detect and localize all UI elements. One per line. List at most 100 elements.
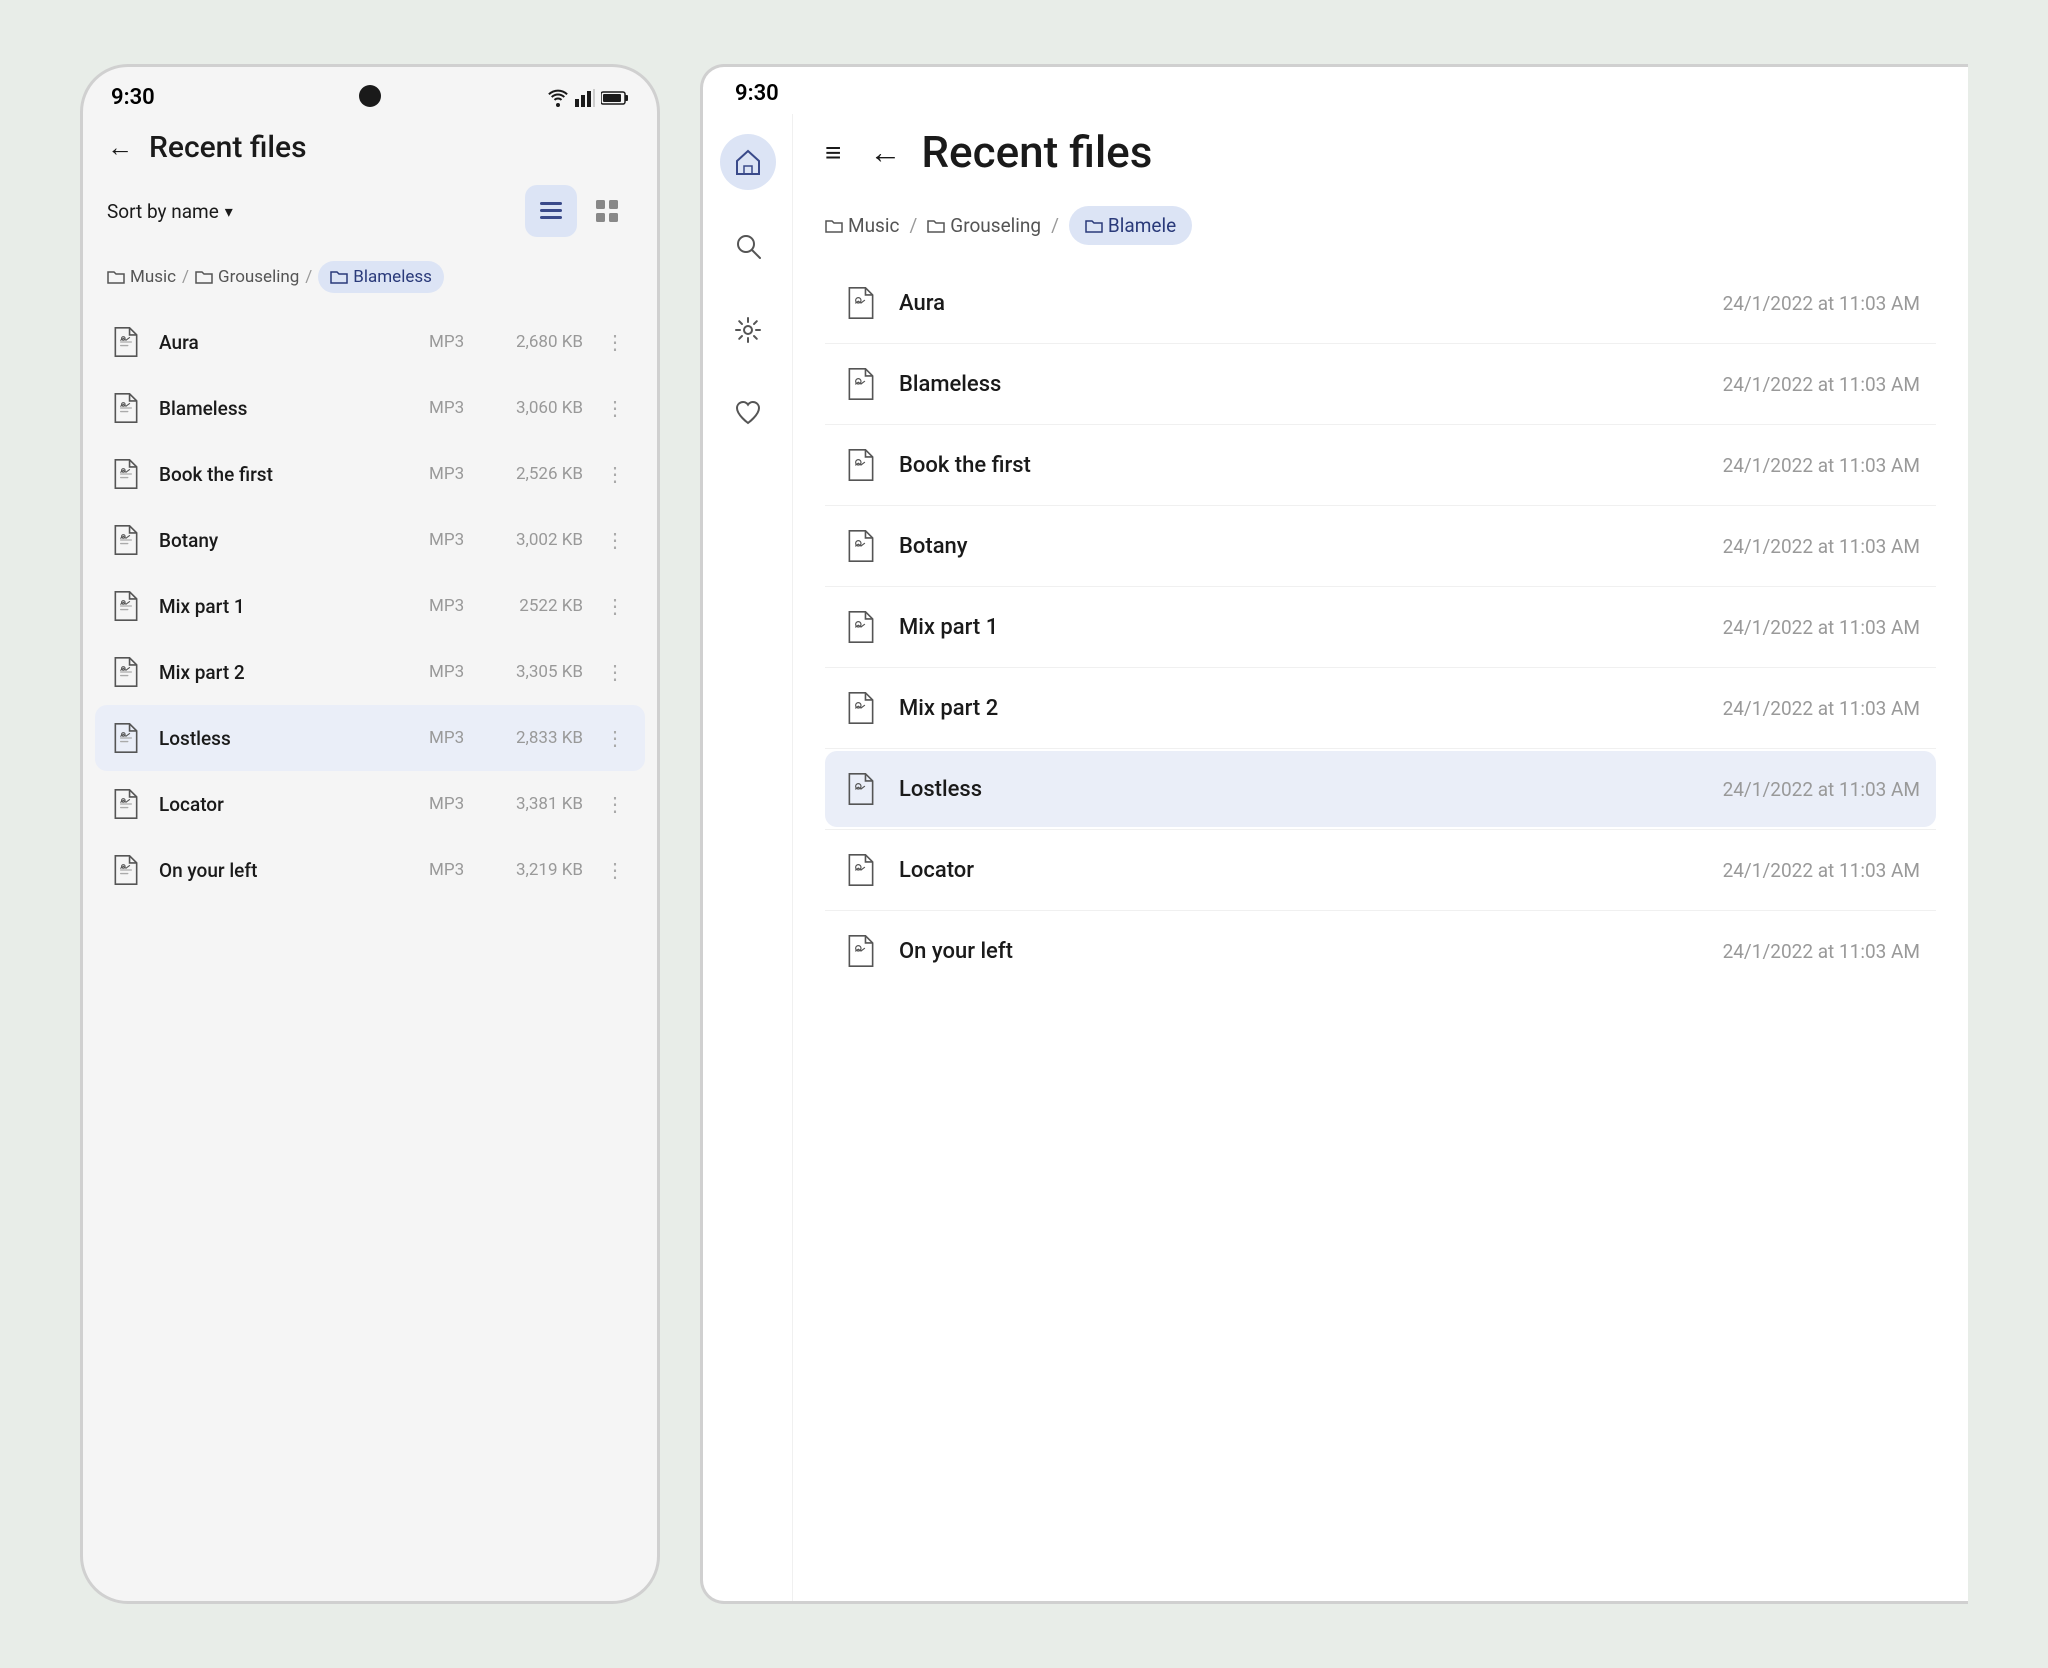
battery-icon <box>601 90 629 106</box>
file-icon-1 <box>107 389 145 427</box>
search-icon <box>735 233 761 259</box>
tablet-file-date-3: 24/1/2022 at 11:03 AM <box>1723 535 1920 558</box>
breadcrumb-blameless[interactable]: Blameless <box>318 261 444 293</box>
back-button[interactable]: ← <box>107 132 133 163</box>
file-more-6[interactable]: ⋮ <box>597 722 633 754</box>
phone-content: ← Recent files Sort by name ▾ <box>83 118 657 1601</box>
tablet-file-row-1[interactable]: Blameless 24/1/2022 at 11:03 AM <box>825 346 1936 422</box>
chevron-down-icon: ▾ <box>225 202 233 221</box>
sidebar-search[interactable] <box>720 218 776 274</box>
file-name-2: Book the first <box>159 463 415 486</box>
phone-file-row-1[interactable]: Blameless MP3 3,060 KB ⋮ <box>95 375 645 441</box>
phone-file-row-5[interactable]: Mix part 2 MP3 3,305 KB ⋮ <box>95 639 645 705</box>
phone-file-row-7[interactable]: Locator MP3 3,381 KB ⋮ <box>95 771 645 837</box>
tablet-file-name-2: Book the first <box>899 453 1705 478</box>
phone-file-row-6[interactable]: Lostless MP3 2,833 KB ⋮ <box>95 705 645 771</box>
file-size-1: 3,060 KB <box>493 398 583 418</box>
tablet-back-button[interactable]: ← <box>869 133 901 171</box>
tablet-file-row-8[interactable]: On your left 24/1/2022 at 11:03 AM <box>825 913 1936 989</box>
tablet-file-row-4[interactable]: Mix part 1 24/1/2022 at 11:03 AM <box>825 589 1936 665</box>
phone-header: ← Recent files <box>83 118 657 181</box>
phone-file-list: Aura MP3 2,680 KB ⋮ Blameless MP3 3,060 … <box>83 309 657 1601</box>
breadcrumb-music-label: Music <box>130 267 176 287</box>
phone-breadcrumb: Music / Grouseling / Blameless <box>83 253 657 309</box>
tablet-breadcrumb-sep-1: / <box>909 214 917 237</box>
tablet-file-icon-2 <box>841 445 881 485</box>
file-more-3[interactable]: ⋮ <box>597 524 633 556</box>
tablet-breadcrumb-blamele[interactable]: Blamele <box>1069 206 1192 245</box>
file-name-0: Aura <box>159 331 415 354</box>
hamburger-menu[interactable]: ≡ <box>825 136 841 169</box>
file-icon-6 <box>107 719 145 757</box>
file-more-8[interactable]: ⋮ <box>597 854 633 886</box>
file-name-3: Botany <box>159 529 415 552</box>
file-icon-5 <box>107 653 145 691</box>
divider-4 <box>825 667 1936 668</box>
breadcrumb-grouseling[interactable]: Grouseling <box>195 267 299 287</box>
tablet-file-name-6: Lostless <box>899 777 1705 802</box>
list-view-button[interactable] <box>525 185 577 237</box>
tablet-breadcrumb-grouseling[interactable]: Grouseling <box>927 214 1041 237</box>
file-size-7: 3,381 KB <box>493 794 583 814</box>
tablet-file-row-5[interactable]: Mix part 2 24/1/2022 at 11:03 AM <box>825 670 1936 746</box>
file-icon-0 <box>107 323 145 361</box>
file-icon-4 <box>107 587 145 625</box>
tablet-breadcrumb-music[interactable]: Music <box>825 214 899 237</box>
breadcrumb-sep-2: / <box>305 267 312 287</box>
phone-file-row-3[interactable]: Botany MP3 3,002 KB ⋮ <box>95 507 645 573</box>
divider-7 <box>825 910 1936 911</box>
tablet-file-icon-0 <box>841 283 881 323</box>
tablet-file-name-0: Aura <box>899 291 1705 316</box>
home-icon <box>734 148 762 176</box>
phone-file-row-0[interactable]: Aura MP3 2,680 KB ⋮ <box>95 309 645 375</box>
tablet-breadcrumb-blamele-label: Blamele <box>1108 214 1176 237</box>
sort-by-button[interactable]: Sort by name ▾ <box>107 200 233 223</box>
phone-status-bar: 9:30 <box>83 67 657 118</box>
file-type-7: MP3 <box>429 794 479 814</box>
sidebar-settings[interactable] <box>720 302 776 358</box>
tablet-file-date-5: 24/1/2022 at 11:03 AM <box>1723 697 1920 720</box>
file-name-5: Mix part 2 <box>159 661 415 684</box>
file-more-5[interactable]: ⋮ <box>597 656 633 688</box>
tablet-breadcrumb-music-label: Music <box>848 214 899 237</box>
tablet-file-name-3: Botany <box>899 534 1705 559</box>
tablet-file-row-3[interactable]: Botany 24/1/2022 at 11:03 AM <box>825 508 1936 584</box>
status-icons <box>547 89 629 107</box>
file-icon-3 <box>107 521 145 559</box>
phone-file-row-4[interactable]: Mix part 1 MP3 2522 KB ⋮ <box>95 573 645 639</box>
tablet-breadcrumb-sep-2: / <box>1051 214 1059 237</box>
file-size-3: 3,002 KB <box>493 530 583 550</box>
folder-icon <box>107 269 125 285</box>
tablet-file-row-6[interactable]: Lostless 24/1/2022 at 11:03 AM <box>825 751 1936 827</box>
phone-file-row-2[interactable]: Book the first MP3 2,526 KB ⋮ <box>95 441 645 507</box>
breadcrumb-music[interactable]: Music <box>107 267 176 287</box>
file-type-8: MP3 <box>429 860 479 880</box>
tablet-content: ≡ ← Recent files Music / Grouseling / <box>793 114 1968 1601</box>
tablet-file-row-2[interactable]: Book the first 24/1/2022 at 11:03 AM <box>825 427 1936 503</box>
tablet-file-icon-6 <box>841 769 881 809</box>
file-more-1[interactable]: ⋮ <box>597 392 633 424</box>
breadcrumb-grouseling-label: Grouseling <box>218 267 299 287</box>
grid-view-button[interactable] <box>581 185 633 237</box>
folder-icon-t2 <box>927 218 945 234</box>
sort-toolbar: Sort by name ▾ <box>83 181 657 253</box>
tablet-main: ≡ ← Recent files Music / Grouseling / <box>703 114 1968 1601</box>
tablet-file-row-7[interactable]: Locator 24/1/2022 at 11:03 AM <box>825 832 1936 908</box>
phone-file-row-8[interactable]: On your left MP3 3,219 KB ⋮ <box>95 837 645 903</box>
file-more-0[interactable]: ⋮ <box>597 326 633 358</box>
camera-dot <box>359 85 381 107</box>
sidebar-home[interactable] <box>720 134 776 190</box>
divider-3 <box>825 586 1936 587</box>
file-name-4: Mix part 1 <box>159 595 415 618</box>
file-size-0: 2,680 KB <box>493 332 583 352</box>
phone-panel: 9:30 ← Recent files <box>80 64 660 1604</box>
file-more-2[interactable]: ⋮ <box>597 458 633 490</box>
tablet-file-date-8: 24/1/2022 at 11:03 AM <box>1723 940 1920 963</box>
tablet-file-date-4: 24/1/2022 at 11:03 AM <box>1723 616 1920 639</box>
file-more-4[interactable]: ⋮ <box>597 590 633 622</box>
file-name-8: On your left <box>159 859 415 882</box>
sidebar-favorites[interactable] <box>720 386 776 442</box>
tablet-file-row-0[interactable]: Aura 24/1/2022 at 11:03 AM <box>825 265 1936 341</box>
file-type-1: MP3 <box>429 398 479 418</box>
file-more-7[interactable]: ⋮ <box>597 788 633 820</box>
